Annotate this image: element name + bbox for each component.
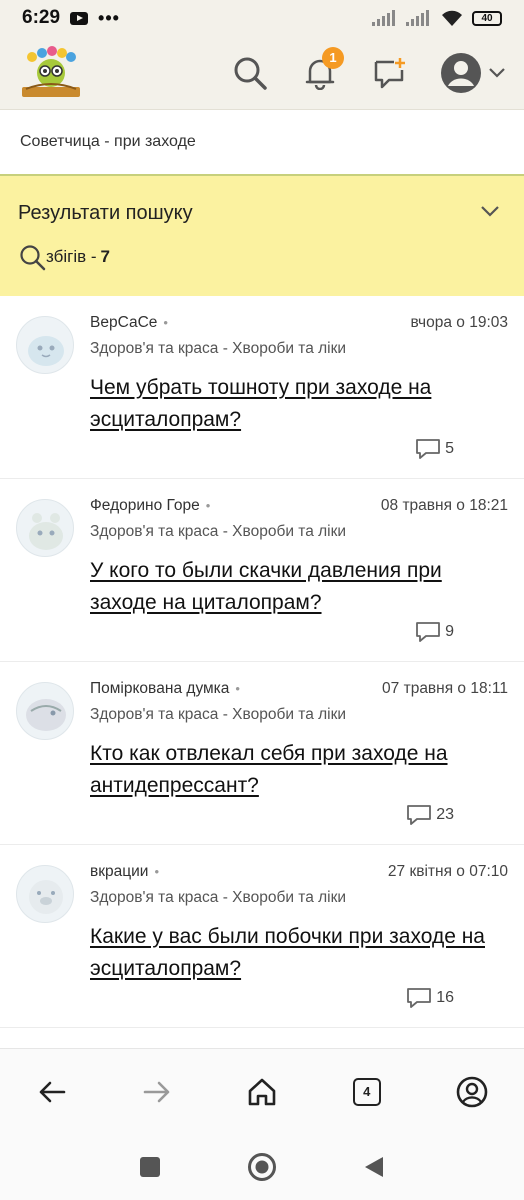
comments-count-value: 9 (445, 623, 454, 640)
arrow-left-icon (40, 1081, 66, 1102)
new-message-button[interactable] (370, 53, 410, 93)
author-avatar[interactable] (16, 499, 74, 557)
author-name[interactable]: ВерСаСе (90, 314, 157, 331)
topic-link[interactable]: Кто как отвлекал себя при заходе на анти… (90, 738, 500, 802)
results-count: збігів - 7 (18, 243, 504, 271)
author-separator: • (235, 681, 240, 696)
creature-avatar-icon (29, 513, 63, 550)
author-avatar[interactable] (16, 865, 74, 923)
post-category[interactable]: Здоров'я та краса - Хвороби та ліки (90, 706, 508, 724)
search-button[interactable] (230, 53, 270, 93)
user-avatar-icon (441, 52, 481, 93)
collapse-chevron-icon[interactable] (480, 204, 500, 218)
pig-avatar-icon (29, 880, 63, 914)
post-category[interactable]: Здоров'я та краса - Хвороби та ліки (90, 523, 508, 541)
comment-icon (416, 622, 440, 642)
dragon-avatar-icon (26, 699, 66, 731)
more-notifications-indicator: ••• (98, 7, 120, 28)
signal-icon-2 (406, 10, 429, 26)
arrow-right-icon (143, 1081, 170, 1102)
post-date: 08 травня о 18:21 (380, 497, 508, 514)
author-name[interactable]: Федорино Горе (90, 497, 200, 514)
wifi-icon (442, 10, 462, 26)
system-navigation-bar (0, 1134, 524, 1200)
status-time: 6:29 (22, 7, 61, 28)
author-avatar[interactable] (16, 316, 74, 374)
author-name[interactable]: вкрации (90, 863, 148, 880)
search-results-panel: Результати пошуку збігів - 7 (0, 176, 524, 296)
list-item: Помірковaна думка • 07 травня о 18:11 Здо… (0, 662, 524, 845)
list-item: Федорино Горе • 08 травня о 18:21 Здоров'… (0, 479, 524, 662)
author-separator: • (163, 315, 168, 330)
browser-toolbar: 4 (0, 1048, 524, 1134)
author-avatar[interactable] (16, 682, 74, 740)
post-category[interactable]: Здоров'я та краса - Хвороби та ліки (90, 340, 508, 358)
status-bar: 6:29 ••• 40 (0, 0, 524, 36)
comments-count-value: 5 (445, 440, 454, 457)
home-icon (248, 1078, 276, 1105)
post-date: вчора о 19:03 (410, 314, 509, 331)
comments-count[interactable]: 5 (415, 438, 454, 460)
seal-avatar-icon (28, 336, 64, 366)
profile-icon (456, 1076, 487, 1107)
tabs-count: 4 (352, 1077, 381, 1106)
results-count-label: збігів - (46, 247, 97, 266)
topic-link[interactable]: Чем убрать тошноту при заходе на эсцитал… (90, 372, 500, 436)
author-name[interactable]: Помірковaна думка (90, 680, 229, 697)
list-item: ВерСаСе • вчора о 19:03 Здоров'я та краса… (0, 296, 524, 479)
back-triangle-icon[interactable] (363, 1155, 385, 1179)
search-icon (234, 57, 267, 90)
comments-count[interactable]: 9 (415, 621, 454, 643)
author-separator: • (154, 864, 160, 879)
site-logo[interactable] (18, 45, 84, 101)
recents-icon[interactable] (139, 1156, 161, 1178)
results-list: ВерСаСе • вчора о 19:03 Здоров'я та краса… (0, 296, 524, 1028)
post-date: 07 травня о 18:11 (382, 680, 508, 697)
comment-icon (407, 988, 432, 1008)
user-menu[interactable] (440, 52, 506, 94)
site-header: 1 (0, 36, 524, 110)
comments-count-value: 23 (436, 806, 454, 823)
comments-count-value: 16 (436, 989, 454, 1006)
topic-link[interactable]: Какие у вас были побочки при заходе на э… (90, 921, 500, 985)
comment-icon (407, 805, 432, 825)
topic-link[interactable]: У кого то были скачки давления при заход… (90, 555, 500, 619)
notification-count-badge: 1 (322, 46, 344, 69)
profile-button[interactable] (452, 1072, 492, 1112)
home-button[interactable] (242, 1072, 282, 1112)
tabs-button[interactable]: 4 (347, 1072, 387, 1112)
author-separator: • (205, 498, 211, 513)
add-chat-icon (374, 57, 405, 88)
comment-icon (416, 439, 440, 459)
signal-icon (372, 10, 395, 26)
post-category[interactable]: Здоров'я та краса - Хвороби та ліки (90, 889, 508, 907)
youtube-notification-icon (70, 11, 89, 25)
comments-count[interactable]: 23 (406, 804, 454, 826)
results-count-value: 7 (100, 247, 110, 266)
notifications-button[interactable]: 1 (300, 46, 344, 93)
search-results-title: Результати пошуку (18, 202, 193, 224)
list-item: вкрации • 27 квітня о 07:10 Здоров'я та к… (0, 845, 524, 1028)
search-icon (20, 245, 46, 271)
forward-button[interactable] (137, 1072, 177, 1112)
back-button[interactable] (32, 1072, 72, 1112)
chevron-down-icon (489, 67, 505, 78)
home-circle-icon[interactable] (247, 1152, 277, 1182)
breadcrumb: Советчица - при заходе (0, 110, 524, 176)
post-date: 27 квітня о 07:10 (387, 863, 508, 880)
battery-indicator: 40 (472, 10, 502, 26)
comments-count[interactable]: 16 (406, 987, 454, 1009)
